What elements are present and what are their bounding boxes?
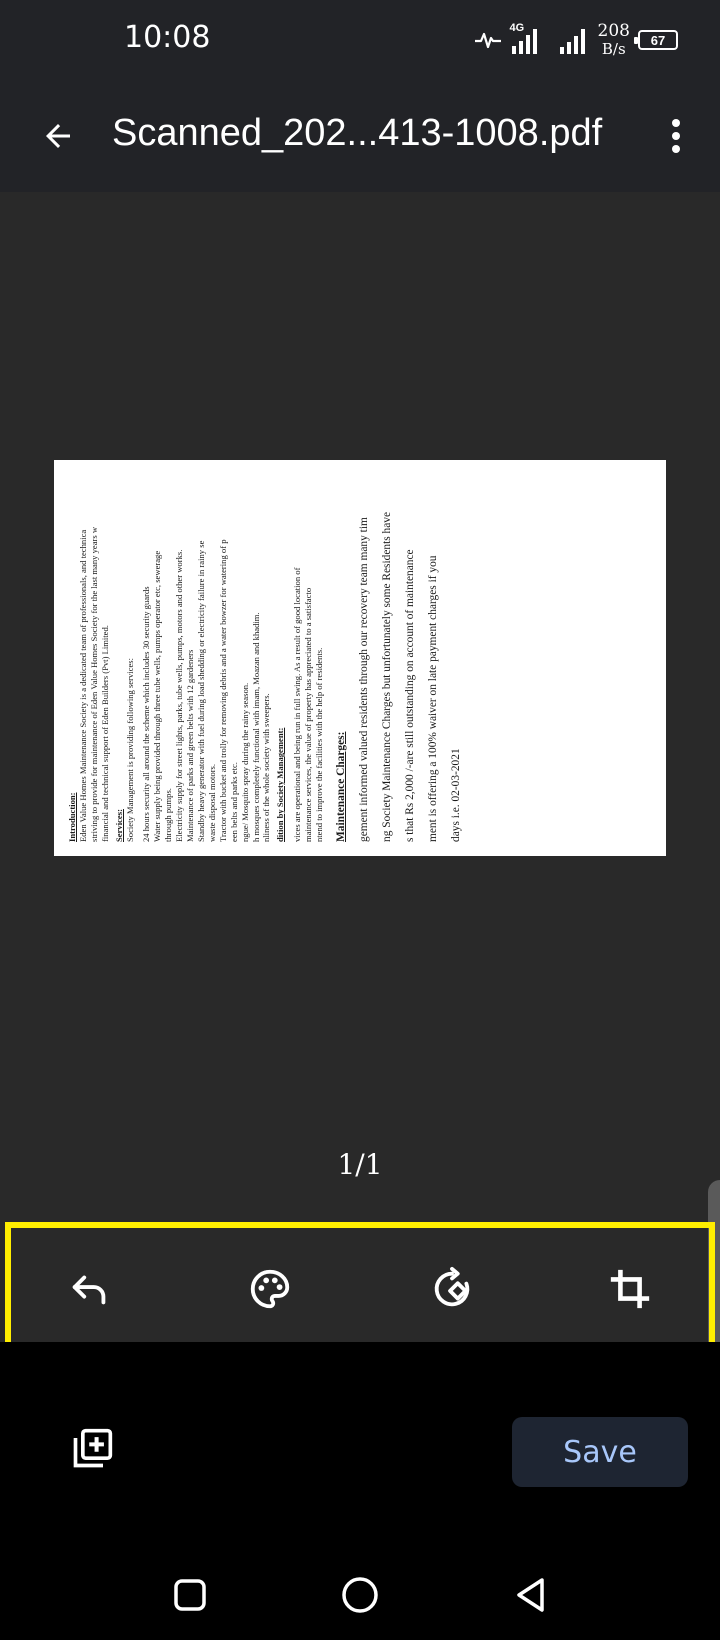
doc-line: through pumps. [163,788,174,842]
status-bar: 10:08 4G 208 B/s 67 [0,0,720,82]
doc-line: ng Society Maintenance Charges but unfor… [380,511,393,842]
doc-line: vices are operational and being run in f… [292,567,303,842]
doc-line: Maintenance Charges: [334,731,347,842]
doc-line: maintenance services, the value of prope… [303,587,314,842]
doc-line: ntend to improve the facilities with the… [314,647,325,842]
doc-line: waste disposal motors. [206,763,217,842]
doc-line: Maintenance of parks and green belts wit… [185,649,196,842]
signal-4g-icon: 4G [510,22,550,56]
doc-line: financial and technical support of Eden … [99,625,110,842]
app-bar: Scanned_202...413-1008.pdf [0,82,720,192]
doc-line: ment is offering a 100% waiver on late p… [426,555,439,842]
color-filter-button[interactable] [234,1253,306,1325]
more-vert-icon [672,119,680,153]
doc-line: Electricity supply for street lights, pa… [174,549,185,842]
status-icons: 4G 208 B/s 67 [474,18,678,62]
doc-line: s that Rs 2,000 /-are still outstanding … [403,549,416,842]
rotate-icon [434,1266,470,1307]
doc-line: Eden Value Homes Maintenance Society is … [77,529,88,842]
file-title: Scanned_202...413-1008.pdf [112,112,603,154]
battery-level: 67 [650,32,666,48]
doc-line: Standby heavy generator with fuel during… [195,540,206,842]
back-button[interactable] [30,108,86,164]
doc-line: Services: [113,809,124,842]
back-nav-button[interactable] [500,1565,560,1625]
doc-line: een belts and parks etc. [228,762,239,842]
rotate-button[interactable] [416,1253,488,1325]
doc-line: dition by Society Management: [275,727,286,842]
home-icon [342,1577,378,1613]
crop-icon [610,1269,650,1309]
net-speed: 208 B/s [598,23,630,57]
net-speed-value: 208 [597,21,630,41]
recents-button[interactable] [160,1565,220,1625]
add-page-icon [73,1428,113,1468]
signal-bars-icon [559,29,585,54]
activity-icon [474,32,501,49]
save-button[interactable]: Save [512,1417,688,1487]
doc-line: h mosques completely functional with ima… [250,612,261,842]
recents-icon [174,1579,206,1611]
undo-button[interactable] [54,1253,126,1325]
crop-button[interactable] [594,1253,666,1325]
doc-line: Tractor with bucket and trolly for remov… [217,539,228,842]
more-options-button[interactable] [652,108,700,164]
document-preview-area: Introduction: Eden Value Homes Maintenan… [0,192,720,1210]
doc-line: 24 hours security all around the scheme … [141,586,152,842]
scanned-page-text: Introduction: Eden Value Homes Maintenan… [54,460,666,856]
arrow-back-icon [46,124,70,148]
doc-line: Water supply being provided through thre… [152,550,163,842]
doc-line: Introduction: [67,792,77,842]
back-triangle-icon [517,1578,544,1612]
undo-icon [72,1275,106,1305]
doc-line: striving to provide for maintenance of E… [88,526,99,842]
doc-line: ngue/ Mosquito spray during the rainy se… [239,682,250,842]
doc-line: days i.e. 02-03-2021 [449,748,462,842]
scanned-page[interactable]: Introduction: Eden Value Homes Maintenan… [54,460,666,856]
doc-line: Society Management is providing followin… [124,657,135,842]
doc-line: gement informed valued residents through… [357,517,370,842]
doc-line: nliness of the whole society with sweepe… [261,693,272,842]
home-button[interactable] [330,1565,390,1625]
net-speed-unit: B/s [601,40,626,58]
battery-icon: 67 [634,30,678,50]
palette-icon [250,1269,290,1309]
page-indicator: 1/1 [337,1148,383,1181]
add-page-button[interactable] [62,1419,122,1479]
status-time: 10:08 [124,20,211,55]
